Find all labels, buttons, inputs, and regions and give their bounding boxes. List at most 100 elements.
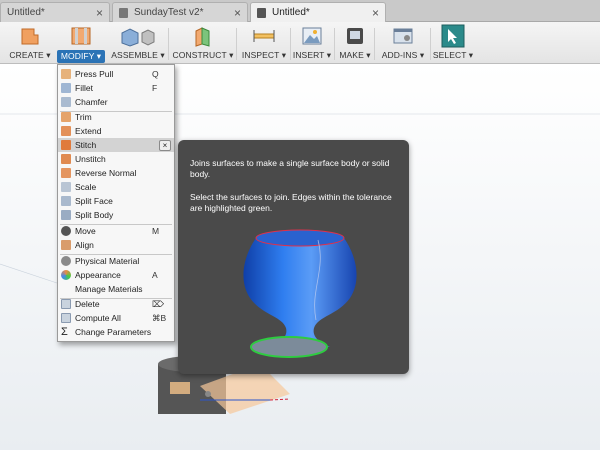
stitch-icon: [61, 140, 71, 150]
menu-item-label: Physical Material: [75, 256, 140, 266]
menu-item-label: Compute All: [75, 313, 121, 323]
menu-item-label: Move: [75, 226, 96, 236]
split-body-icon: [61, 210, 71, 220]
chamfer-icon: [61, 97, 71, 107]
fillet-icon: [61, 83, 71, 93]
make-menu-button[interactable]: MAKE ▾: [339, 22, 371, 64]
menu-item-label: Align: [75, 240, 94, 250]
tab-label: SundayTest v2*: [134, 7, 204, 18]
menu-item-chamfer[interactable]: Chamfer: [58, 95, 174, 109]
menu-item-shortcut: F: [152, 83, 158, 93]
insert-menu-button[interactable]: INSERT ▾: [292, 22, 332, 64]
menu-item-label: Fillet: [75, 83, 93, 93]
select-menu-button[interactable]: SELECT ▾: [432, 22, 474, 64]
menu-item-label: Press Pull: [75, 69, 114, 79]
stitch-illustration: [243, 229, 357, 358]
menu-item-label: Reverse Normal: [75, 168, 137, 178]
menu-item-label: Unstitch: [75, 154, 106, 164]
select-arrow-icon: [441, 22, 465, 50]
menu-item-label: Delete: [75, 299, 100, 309]
inspect-menu-button[interactable]: INSPECT ▾: [242, 22, 286, 64]
menu-item-shortcut: Q: [152, 69, 159, 79]
menu-item-split-body[interactable]: Split Body: [58, 208, 174, 222]
menu-item-shortcut: M: [152, 226, 160, 236]
tab-label: Untitled*: [7, 7, 45, 18]
construct-icon: [192, 22, 214, 50]
add-ins-menu-button[interactable]: ADD-INS ▾: [380, 22, 426, 64]
close-icon[interactable]: ×: [96, 6, 103, 20]
press-pull-icon: [61, 69, 71, 79]
menu-item-shortcut: ⌘B: [152, 312, 167, 323]
change-parameters-icon: Σ: [61, 326, 68, 338]
modify-menu-button[interactable]: MODIFY ▾: [56, 22, 106, 64]
toolbar-divider: [236, 28, 237, 60]
manage-materials-icon: [61, 284, 71, 294]
compute-all-icon: [61, 313, 71, 323]
delete-icon: [61, 299, 71, 309]
menu-item-label: Extend: [75, 126, 102, 136]
menu-item-move[interactable]: Move M: [58, 224, 174, 238]
reverse-normal-icon: [61, 168, 71, 178]
unstitch-icon: [61, 154, 71, 164]
create-icon: [19, 22, 41, 50]
3d-print-icon: [344, 22, 366, 50]
scripts-icon: [392, 22, 414, 50]
close-icon[interactable]: ×: [372, 6, 379, 20]
menu-item-scale[interactable]: Scale: [58, 180, 174, 194]
document-icon: [119, 7, 128, 18]
menu-item-label: Trim: [75, 112, 92, 122]
move-icon: [61, 226, 71, 236]
create-menu-button[interactable]: CREATE ▾: [8, 22, 52, 64]
make-label: MAKE ▾: [339, 50, 371, 60]
modify-label: MODIFY ▾: [56, 50, 106, 63]
insert-image-icon: [301, 22, 323, 50]
menu-item-reverse-normal[interactable]: Reverse Normal: [58, 166, 174, 180]
split-face-icon: [61, 196, 71, 206]
tab-untitled-active[interactable]: Untitled* ×: [250, 2, 386, 22]
align-icon: [61, 240, 71, 250]
tab-label: Untitled*: [272, 7, 310, 18]
modify-icon: [69, 22, 93, 50]
menu-item-label: Scale: [75, 182, 97, 192]
menu-item-change-parameters[interactable]: Σ Change Parameters: [58, 325, 174, 339]
insert-label: INSERT ▾: [292, 50, 332, 60]
close-icon[interactable]: ×: [159, 139, 171, 151]
menu-item-press-pull[interactable]: Press Pull Q: [58, 67, 174, 81]
menu-item-label: Manage Materials: [75, 284, 143, 294]
menu-item-split-face[interactable]: Split Face: [58, 194, 174, 208]
menu-item-delete[interactable]: Delete ⌦: [58, 297, 174, 311]
menu-item-shortcut: A: [152, 270, 158, 280]
menu-item-appearance[interactable]: Appearance A: [58, 268, 174, 282]
stitch-tooltip: Joins surfaces to make a single surface …: [178, 140, 409, 374]
tab-sundaytest[interactable]: SundayTest v2* ×: [112, 2, 248, 22]
modify-dropdown-menu: Press Pull Q Fillet F Chamfer Trim Exten…: [57, 64, 175, 342]
construct-label: CONSTRUCT ▾: [172, 50, 234, 60]
menu-item-align[interactable]: Align: [58, 238, 174, 252]
create-label: CREATE ▾: [9, 50, 51, 60]
menu-item-fillet[interactable]: Fillet F: [58, 81, 174, 95]
menu-item-compute-all[interactable]: Compute All ⌘B: [58, 311, 174, 325]
menu-item-label: Stitch: [75, 140, 97, 150]
close-icon[interactable]: ×: [234, 6, 241, 20]
inspect-label: INSPECT ▾: [241, 50, 287, 60]
menu-item-label: Split Body: [75, 210, 114, 220]
menu-item-trim[interactable]: Trim: [58, 110, 174, 124]
menu-item-shortcut: ⌦: [152, 298, 165, 309]
document-tab-bar: Untitled* × SundayTest v2* × Untitled* ×: [0, 0, 600, 22]
menu-item-stitch[interactable]: Stitch ×: [58, 138, 174, 152]
assemble-menu-button[interactable]: ASSEMBLE ▾: [111, 22, 165, 64]
menu-item-label: Change Parameters: [75, 327, 152, 337]
tab-untitled-1[interactable]: Untitled* ×: [0, 2, 110, 22]
physical-material-icon: [61, 256, 71, 266]
menu-item-unstitch[interactable]: Unstitch: [58, 152, 174, 166]
scale-icon: [61, 182, 71, 192]
menu-item-label: Appearance: [75, 270, 121, 280]
menu-item-physical-material[interactable]: Physical Material: [58, 254, 174, 268]
measure-icon: [252, 22, 276, 50]
menu-item-label: Chamfer: [75, 97, 108, 107]
menu-item-manage-materials[interactable]: Manage Materials: [58, 282, 174, 296]
select-label: SELECT ▾: [432, 50, 474, 60]
menu-item-extend[interactable]: Extend: [58, 124, 174, 138]
main-toolbar: CREATE ▾ MODIFY ▾ ASSEMBLE ▾ CONSTRUCT ▾…: [0, 22, 600, 64]
construct-menu-button[interactable]: CONSTRUCT ▾: [172, 22, 234, 64]
